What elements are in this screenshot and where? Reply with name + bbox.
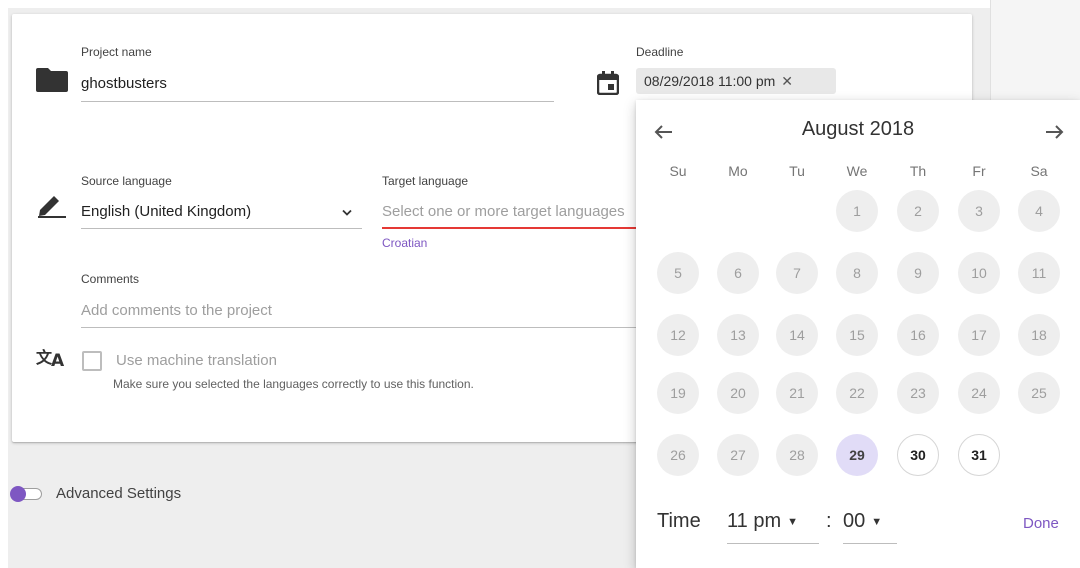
comments-label: Comments bbox=[81, 272, 140, 286]
weekday-label: Mo bbox=[728, 163, 748, 179]
calendar-day[interactable]: 20 bbox=[717, 372, 759, 414]
source-language-underline bbox=[81, 228, 362, 229]
calendar-day[interactable]: 18 bbox=[1018, 314, 1060, 356]
calendar-day[interactable]: 21 bbox=[776, 372, 818, 414]
svg-text:A: A bbox=[51, 351, 65, 368]
caret-down-icon: ▼ bbox=[871, 515, 883, 528]
source-language-label: Source language bbox=[81, 174, 172, 188]
calendar-day[interactable]: 8 bbox=[836, 252, 878, 294]
time-label: Time bbox=[657, 510, 701, 532]
calendar-day[interactable]: 31 bbox=[958, 434, 1000, 476]
machine-translation-label: Use machine translation bbox=[116, 352, 277, 369]
calendar-day[interactable]: 16 bbox=[897, 314, 939, 356]
hour-select[interactable]: 11 pm ▼ bbox=[727, 510, 819, 544]
calendar-day[interactable]: 14 bbox=[776, 314, 818, 356]
target-language-error-underline bbox=[382, 227, 636, 229]
calendar-day[interactable]: 27 bbox=[717, 434, 759, 476]
calendar-day[interactable]: 15 bbox=[836, 314, 878, 356]
target-language-label: Target language bbox=[382, 174, 469, 188]
weekday-label: Tu bbox=[789, 163, 805, 179]
weekday-label: Su bbox=[669, 163, 687, 179]
machine-translation-hint: Make sure you selected the languages cor… bbox=[113, 377, 474, 391]
calendar-day[interactable]: 10 bbox=[958, 252, 1000, 294]
comments-input[interactable]: Add comments to the project bbox=[81, 302, 272, 319]
weekday-label: Sa bbox=[1030, 163, 1048, 179]
calendar-day[interactable]: 11 bbox=[1018, 252, 1060, 294]
project-name-input[interactable]: ghostbusters bbox=[81, 75, 167, 92]
weekday-label: Th bbox=[909, 163, 927, 179]
calendar-day[interactable]: 23 bbox=[897, 372, 939, 414]
calendar-day[interactable]: 30 bbox=[897, 434, 939, 476]
minute-value: 00 bbox=[843, 510, 866, 532]
calendar-day[interactable]: 3 bbox=[958, 190, 1000, 232]
month-title: August 2018 bbox=[801, 118, 915, 140]
done-button[interactable]: Done bbox=[1023, 515, 1059, 532]
advanced-settings-label[interactable]: Advanced Settings bbox=[56, 485, 181, 502]
calendar-icon bbox=[597, 71, 619, 95]
calendar-day[interactable]: 22 bbox=[836, 372, 878, 414]
target-language-hint[interactable]: Croatian bbox=[382, 236, 427, 250]
calendar-day[interactable]: 1 bbox=[836, 190, 878, 232]
minute-select[interactable]: 00 ▼ bbox=[843, 510, 897, 544]
project-name-label: Project name bbox=[81, 45, 152, 59]
calendar-day[interactable]: 6 bbox=[717, 252, 759, 294]
comments-underline bbox=[81, 327, 636, 328]
calendar-day[interactable]: 7 bbox=[776, 252, 818, 294]
source-language-select[interactable]: English (United Kingdom) bbox=[81, 203, 251, 220]
project-name-underline bbox=[81, 101, 554, 102]
hour-value: 11 pm bbox=[727, 510, 782, 532]
calendar-day[interactable]: 2 bbox=[897, 190, 939, 232]
deadline-label: Deadline bbox=[636, 45, 684, 59]
arrow-right-icon[interactable] bbox=[1040, 118, 1068, 146]
datepicker-popup: August 2018 Su Mo Tu We Th Fr Sa 1 2 3 4 5 6 7 8 9 10 11… bbox=[636, 100, 1080, 568]
calendar-day[interactable]: 19 bbox=[657, 372, 699, 414]
calendar-day[interactable]: 12 bbox=[657, 314, 699, 356]
target-language-input[interactable]: Select one or more target languages bbox=[382, 203, 636, 220]
calendar-day[interactable]: 24 bbox=[958, 372, 1000, 414]
calendar-day[interactable]: 5 bbox=[657, 252, 699, 294]
folder-icon bbox=[36, 68, 68, 92]
calendar-day[interactable]: 4 bbox=[1018, 190, 1060, 232]
close-icon[interactable]: ✕ bbox=[781, 73, 793, 89]
translate-icon: 文 A bbox=[36, 348, 65, 368]
chevron-down-icon[interactable] bbox=[341, 209, 353, 217]
machine-translation-checkbox[interactable] bbox=[82, 351, 102, 371]
calendar-day[interactable]: 13 bbox=[717, 314, 759, 356]
deadline-value: 08/29/2018 11:00 pm bbox=[644, 73, 776, 89]
caret-down-icon: ▼ bbox=[787, 515, 798, 528]
calendar-day[interactable]: 17 bbox=[958, 314, 1000, 356]
advanced-settings-toggle[interactable] bbox=[10, 486, 26, 502]
calendar-day[interactable]: 9 bbox=[897, 252, 939, 294]
calendar-day[interactable]: 29 bbox=[836, 434, 878, 476]
deadline-chip[interactable]: 08/29/2018 11:00 pm ✕ bbox=[636, 68, 836, 94]
weekday-label: Fr bbox=[972, 163, 986, 179]
calendar-day[interactable]: 28 bbox=[776, 434, 818, 476]
calendar-day[interactable]: 26 bbox=[657, 434, 699, 476]
pencil-icon bbox=[38, 196, 66, 218]
calendar-day[interactable]: 25 bbox=[1018, 372, 1060, 414]
weekday-label: We bbox=[846, 163, 868, 179]
time-colon: : bbox=[826, 510, 832, 532]
